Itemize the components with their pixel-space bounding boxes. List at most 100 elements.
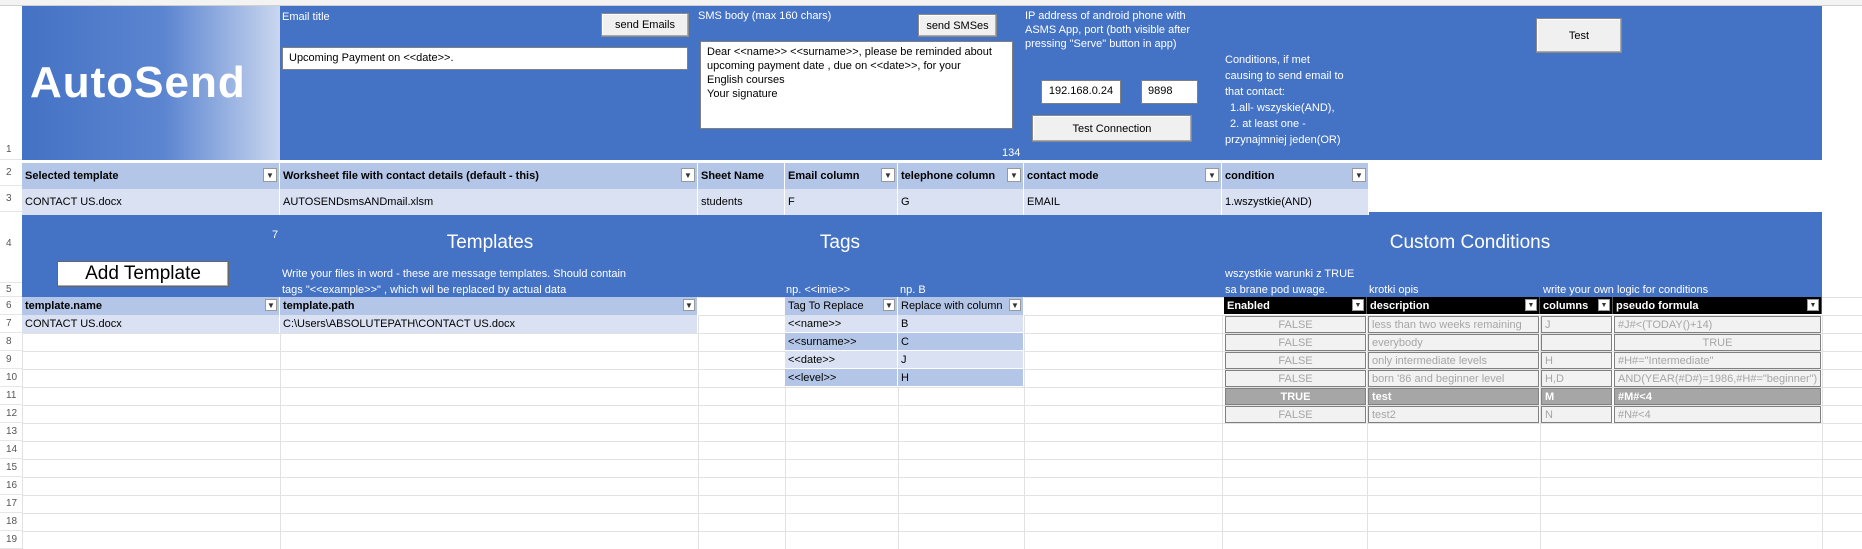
settings-value-cell[interactable]: AUTOSENDsmsANDmail.xlsm [280, 189, 698, 215]
send-emails-button[interactable]: send Emails [601, 13, 689, 37]
ip-label: IP address of android phone with ASMS Ap… [1025, 9, 1190, 51]
sms-body-line: upcoming payment date , due on <<date>>,… [707, 60, 961, 72]
tags-cell[interactable]: J [898, 351, 1024, 369]
settings-header-cell: condition ▼ [1222, 163, 1369, 189]
row-number[interactable]: 7 [0, 315, 22, 333]
row-number[interactable]: 17 [0, 495, 22, 513]
tags-cell[interactable]: C [898, 333, 1024, 351]
row-number[interactable]: 8 [0, 333, 22, 351]
conditions-cell[interactable]: FALSE [1225, 316, 1366, 333]
filter-dropdown-icon[interactable]: ▼ [1352, 299, 1364, 311]
row-number[interactable]: 19 [0, 531, 22, 549]
conditions-cell[interactable]: H [1541, 352, 1612, 369]
row-number[interactable]: 11 [0, 387, 22, 405]
template-count: 7 [272, 229, 279, 241]
filter-dropdown-icon[interactable]: ▼ [1807, 299, 1819, 311]
spreadsheet: 1 2 3 4 5 6 7 8 9 10 11 12 13 14 15 16 17 18 19 AutoSend E… [0, 0, 1862, 549]
settings-header-label: contact mode [1027, 170, 1099, 182]
tags-cell[interactable]: H [898, 369, 1024, 387]
row-number[interactable]: 18 [0, 513, 22, 531]
tags-cell[interactable]: <<level>> [785, 369, 898, 387]
row-number[interactable]: 9 [0, 351, 22, 369]
conditions-cell[interactable]: FALSE [1225, 406, 1366, 423]
filter-dropdown-icon[interactable]: ▼ [265, 299, 277, 311]
row-number[interactable]: 16 [0, 477, 22, 495]
add-template-button[interactable]: Add Template [57, 261, 229, 287]
templates-title: Templates [446, 232, 534, 253]
send-smses-button[interactable]: send SMSes [918, 14, 997, 37]
conditions-cell[interactable]: #J#<(TODAY()+14) [1614, 316, 1821, 333]
settings-value-cell[interactable]: F [785, 189, 898, 215]
conditions-cell[interactable]: M [1541, 388, 1612, 405]
row-number[interactable]: 13 [0, 423, 22, 441]
row-number[interactable]: 6 [0, 297, 22, 315]
settings-value-cell[interactable]: CONTACT US.docx [22, 189, 280, 215]
filter-dropdown-icon[interactable]: ▼ [1525, 299, 1537, 311]
filter-dropdown-icon[interactable]: ▼ [1009, 299, 1021, 311]
sms-body-field[interactable]: Dear <<name>> <<surname>>, please be rem… [700, 41, 1013, 129]
conditions-cell[interactable] [1541, 334, 1612, 351]
tags-cell[interactable]: <<date>> [785, 351, 898, 369]
settings-value-cell[interactable]: EMAIL [1024, 189, 1222, 215]
filter-dropdown-icon[interactable]: ▼ [1007, 168, 1021, 182]
filter-dropdown-icon[interactable]: ▼ [881, 168, 895, 182]
grid-line [280, 315, 281, 549]
row-number[interactable]: 14 [0, 441, 22, 459]
conditions-cell[interactable]: TRUE [1225, 388, 1366, 405]
grid-line [22, 477, 1862, 478]
port-field[interactable]: 9898 [1141, 80, 1198, 104]
filter-dropdown-icon[interactable]: ▼ [1205, 168, 1219, 182]
conditions-cell[interactable]: N [1541, 406, 1612, 423]
templates-cell[interactable]: CONTACT US.docx [22, 315, 280, 333]
filter-dropdown-icon[interactable]: ▼ [681, 168, 695, 182]
settings-value-cell[interactable]: students [698, 189, 785, 215]
tags-cell[interactable]: <<name>> [785, 315, 898, 333]
conditions-line: causing to send email to [1225, 70, 1344, 82]
templates-desc-line: tags "<<example>>" , which wil be replac… [282, 284, 567, 296]
grid-line [22, 513, 1862, 514]
conditions-cell[interactable]: FALSE [1225, 334, 1366, 351]
row-number[interactable]: 10 [0, 369, 22, 387]
conditions-cell[interactable]: #M#<4 [1614, 388, 1821, 405]
filter-dropdown-icon[interactable]: ▼ [1598, 299, 1610, 311]
filter-dropdown-icon[interactable]: ▼ [683, 299, 695, 311]
templates-cell[interactable]: C:\Users\ABSOLUTEPATH\CONTACT US.docx [280, 315, 698, 333]
conditions-cell[interactable]: less than two weeks remaining [1368, 316, 1539, 333]
conditions-cell[interactable]: AND(YEAR(#D#)=1986,#H#="beginner") [1614, 370, 1821, 387]
conditions-cell[interactable]: FALSE [1225, 352, 1366, 369]
conditions-cell[interactable]: only intermediate levels [1368, 352, 1539, 369]
cc-hint: wszystkie warunki z TRUE sa brane pod uw… [1225, 266, 1354, 298]
row-number[interactable]: 3 [0, 186, 22, 212]
conditions-cell[interactable]: #H#="Intermediate" [1614, 352, 1821, 369]
tags-cell[interactable]: B [898, 315, 1024, 333]
test-connection-button[interactable]: Test Connection [1032, 115, 1192, 142]
row-number[interactable]: 15 [0, 459, 22, 477]
conditions-cell[interactable]: test2 [1368, 406, 1539, 423]
conditions-cell[interactable]: FALSE [1225, 370, 1366, 387]
email-title-field[interactable]: Upcoming Payment on <<date>>. [282, 47, 688, 70]
row-number[interactable]: 1 [0, 6, 22, 160]
filter-dropdown-icon[interactable]: ▼ [1352, 168, 1366, 182]
settings-value-cell[interactable]: G [898, 189, 1024, 215]
row-number[interactable]: 12 [0, 405, 22, 423]
conditions-cell[interactable]: everybody [1368, 334, 1539, 351]
ip-address-field[interactable]: 192.168.0.24 [1041, 80, 1121, 104]
conditions-cell[interactable]: H,D [1541, 370, 1612, 387]
conditions-cell[interactable]: born '86 and beginner level [1368, 370, 1539, 387]
filter-dropdown-icon[interactable]: ▼ [883, 299, 895, 311]
row-number[interactable]: 5 [0, 283, 22, 297]
filter-dropdown-icon[interactable]: ▼ [263, 168, 277, 182]
row-number[interactable]: 4 [0, 212, 22, 283]
tags-cell[interactable]: <<surname>> [785, 333, 898, 351]
conditions-header-label: pseudo formula [1616, 299, 1699, 312]
cc-hint-description: krotki opis [1369, 284, 1419, 296]
settings-value-cell[interactable]: 1.wszystkie(AND) [1222, 189, 1369, 215]
row-number[interactable]: 2 [0, 160, 22, 186]
conditions-cell[interactable]: TRUE [1614, 334, 1821, 351]
templates-header-label: template.name [25, 300, 103, 312]
conditions-cell[interactable]: test [1368, 388, 1539, 405]
test-button[interactable]: Test [1536, 18, 1622, 53]
conditions-cell[interactable]: #N#<4 [1614, 406, 1821, 423]
conditions-header-cell: pseudo formula ▼ [1613, 297, 1822, 314]
conditions-cell[interactable]: J [1541, 316, 1612, 333]
